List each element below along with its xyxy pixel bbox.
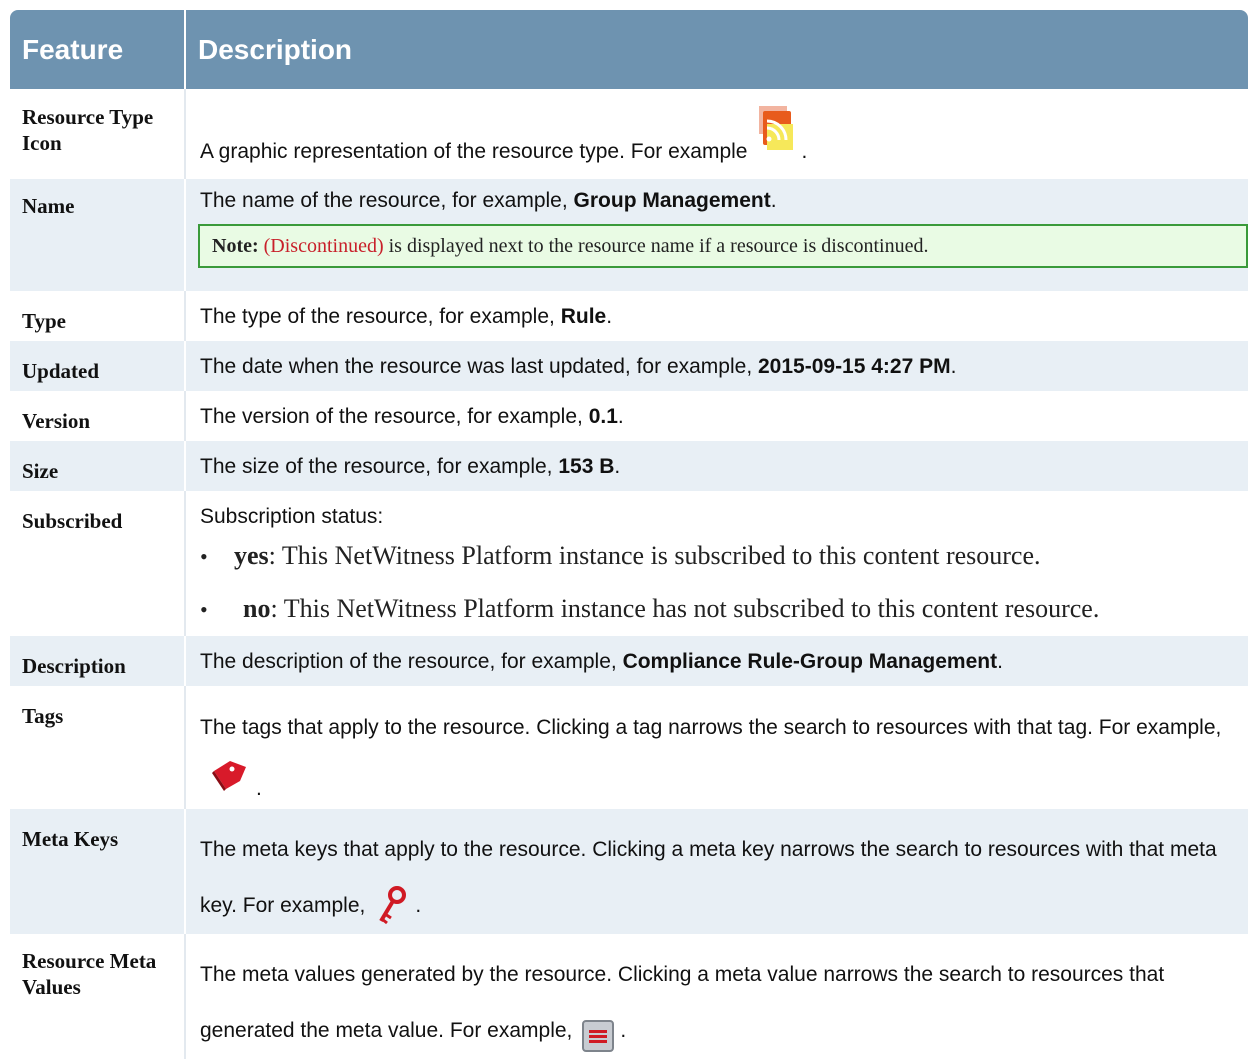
meta-value-icon xyxy=(582,1020,615,1059)
example-value: Rule xyxy=(560,305,607,328)
table-row-resource-meta-values: Resource Meta Values The meta values gen… xyxy=(10,934,1248,1059)
description-text: The type of the resource, for example, xyxy=(200,305,555,328)
feature-description: The date when the resource was last upda… xyxy=(185,341,1248,391)
feature-description: The type of the resource, for example, R… xyxy=(185,291,1248,341)
status-term: no xyxy=(243,594,271,623)
feature-label: Version xyxy=(10,391,186,441)
example-value: 2015-09-15 4:27 PM xyxy=(758,355,951,378)
description-end: . xyxy=(617,405,624,428)
example-value: 153 B xyxy=(558,455,615,478)
description-end: . xyxy=(950,355,957,378)
status-text: : This NetWitness Platform instance has … xyxy=(270,594,1100,623)
example-value: 0.1 xyxy=(588,405,618,428)
feature-description: A graphic representation of the resource… xyxy=(185,89,1248,179)
table-row-tags: Tags The tags that apply to the resource… xyxy=(10,686,1248,809)
description-text: The tags that apply to the resource. Cli… xyxy=(200,716,1222,739)
feature-description: The size of the resource, for example, 1… xyxy=(185,441,1248,491)
feature-label: Subscribed xyxy=(10,491,186,636)
key-icon xyxy=(375,885,409,934)
feature-label: Resource Meta Values xyxy=(10,934,186,1059)
tag-icon xyxy=(210,757,250,809)
feature-description: The version of the resource, for example… xyxy=(185,391,1248,441)
feature-label: Type xyxy=(10,291,186,341)
feature-label: Resource Type Icon xyxy=(10,89,186,179)
feature-label: Name xyxy=(10,179,186,291)
description-end: . xyxy=(415,894,422,917)
feature-description: The meta keys that apply to the resource… xyxy=(185,809,1248,934)
discontinued-label: (Discontinued) xyxy=(263,235,384,257)
table-row-updated: Updated The date when the resource was l… xyxy=(10,341,1248,391)
description-text: A graphic representation of the resource… xyxy=(200,140,748,163)
feature-description: The tags that apply to the resource. Cli… xyxy=(185,686,1248,809)
description-text: The meta keys that apply to the resource… xyxy=(200,838,1217,917)
note-label: Note: xyxy=(212,235,259,257)
feature-label: Description xyxy=(10,636,186,686)
description-end: . xyxy=(997,650,1003,673)
feature-description: Subscription status: • yes: This NetWitn… xyxy=(185,491,1248,636)
table-header-row: Feature Description xyxy=(10,10,1248,89)
example-value: Group Management xyxy=(573,189,771,212)
description-text: Subscription status: xyxy=(200,505,384,528)
table-row-description: Description The description of the resou… xyxy=(10,636,1248,686)
note-box: Note: (Discontinued) is displayed next t… xyxy=(198,224,1248,268)
table-row-version: Version The version of the resource, for… xyxy=(10,391,1248,441)
example-value: Compliance Rule-Group Management xyxy=(622,650,998,673)
status-list: • yes: This NetWitness Platform instance… xyxy=(200,540,1248,626)
description-text: The description of the resource, for exa… xyxy=(200,650,617,673)
table-row-size: Size The size of the resource, for examp… xyxy=(10,441,1248,491)
description-text: The version of the resource, for example… xyxy=(200,405,583,428)
note-text: is displayed next to the resource name i… xyxy=(388,235,929,257)
feature-description: The description of the resource, for exa… xyxy=(185,636,1248,686)
feature-table: Feature Description Resource Type Icon A… xyxy=(10,10,1248,1059)
description-end: . xyxy=(770,189,777,212)
table-row-type: Type The type of the resource, for examp… xyxy=(10,291,1248,341)
feature-label: Tags xyxy=(10,686,186,809)
description-text: The date when the resource was last upda… xyxy=(200,355,753,378)
description-end: . xyxy=(801,140,808,163)
list-item: • yes: This NetWitness Platform instance… xyxy=(200,541,1041,570)
header-feature: Feature xyxy=(10,10,186,89)
rss-feed-icon xyxy=(757,106,795,165)
description-end: . xyxy=(606,305,613,328)
feature-description: The meta values generated by the resourc… xyxy=(185,934,1248,1059)
table-row-name: Name The name of the resource, for examp… xyxy=(10,179,1248,291)
feature-description: The name of the resource, for example, G… xyxy=(185,179,1248,291)
description-text: The size of the resource, for example, xyxy=(200,455,553,478)
table-row-resource-type-icon: Resource Type Icon A graphic representat… xyxy=(10,89,1248,179)
status-term: yes xyxy=(234,541,269,570)
description-text: The name of the resource, for example, xyxy=(200,189,568,212)
status-text: : This NetWitness Platform instance is s… xyxy=(268,541,1041,570)
description-end: . xyxy=(256,777,262,800)
description-end: . xyxy=(620,1019,627,1042)
feature-label: Size xyxy=(10,441,186,491)
feature-label: Updated xyxy=(10,341,186,391)
description-end: . xyxy=(614,455,621,478)
description-text: The meta values generated by the resourc… xyxy=(200,963,1165,1042)
table-row-subscribed: Subscribed Subscription status: • yes: T… xyxy=(10,491,1248,636)
table-row-meta-keys: Meta Keys The meta keys that apply to th… xyxy=(10,809,1248,934)
list-item: • no: This NetWitness Platform instance … xyxy=(200,594,1100,623)
header-description: Description xyxy=(185,10,1248,89)
feature-label: Meta Keys xyxy=(10,809,186,934)
